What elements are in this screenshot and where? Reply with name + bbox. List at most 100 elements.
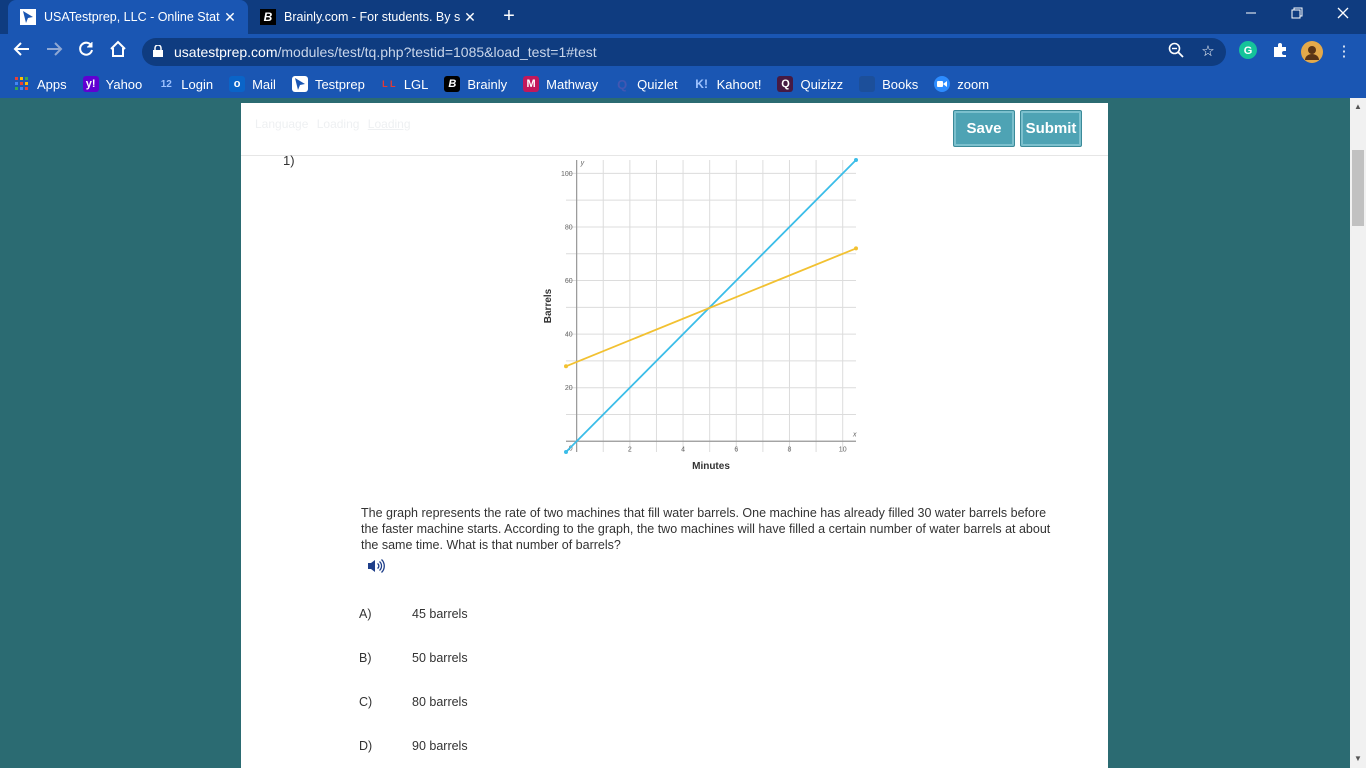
new-tab-button[interactable]: + [498, 5, 520, 27]
tab-brainly[interactable]: B Brainly.com - For students. By stu ✕ [248, 0, 488, 34]
bookmark-login[interactable]: 12 Login [158, 76, 213, 92]
grammarly-icon[interactable]: G [1237, 41, 1259, 63]
series-endpoint-1 [854, 158, 858, 162]
bookmark-lgl[interactable]: L L LGL [381, 76, 428, 92]
scroll-up-arrow-icon[interactable]: ▲ [1350, 100, 1366, 114]
calendar-12-icon: 12 [160, 78, 172, 90]
profile-avatar-icon[interactable] [1301, 41, 1323, 63]
tab-strip: USATestprep, LLC - Online State- ✕ B Bra… [0, 0, 1366, 34]
brainly-icon: B [444, 76, 461, 92]
browser-menu-icon[interactable]: ⋮ [1333, 41, 1355, 63]
quizlet-icon: Q [617, 76, 628, 92]
back-icon[interactable] [10, 40, 34, 64]
loading-text: Loading [316, 117, 360, 131]
tab-close-icon[interactable]: ✕ [220, 9, 240, 26]
choice-letter: D) [359, 739, 373, 753]
url-path: /modules/test/tq.php?testid=1085&load_te… [277, 44, 597, 60]
tab-title: USATestprep, LLC - Online State- [44, 10, 220, 24]
yahoo-icon: y! [82, 76, 99, 92]
x-axis-letter: x [852, 431, 857, 438]
lgl-icon: L L [382, 79, 396, 89]
y-axis-letter: y [580, 160, 585, 167]
tab-usatestprep[interactable]: USATestprep, LLC - Online State- ✕ [8, 0, 248, 34]
answer-choice-b[interactable]: B) 50 barrels [359, 651, 468, 665]
bookmark-label: Login [181, 76, 214, 92]
zoom-magnifier-icon[interactable] [1166, 42, 1186, 62]
x-tick-label: 8 [788, 446, 792, 453]
lock-icon [153, 45, 163, 57]
restore-icon[interactable] [1274, 0, 1320, 32]
forward-icon[interactable] [42, 40, 66, 64]
bookmark-mathway[interactable]: M Mathway [523, 76, 598, 92]
y-tick-label: 80 [565, 224, 573, 231]
page-scrollbar[interactable]: ▲ ▼ [1350, 98, 1366, 768]
submit-button[interactable]: Submit [1020, 110, 1082, 147]
bookmark-label: Testprep [314, 76, 365, 92]
bookmark-label: Quizlet [637, 76, 678, 92]
speaker-audio-icon[interactable] [367, 558, 385, 574]
bookmark-label: Apps [37, 76, 67, 92]
bookmark-quizizz[interactable]: Q Quizizz [777, 76, 843, 92]
header-faint-links: Language Loading Loading [255, 117, 416, 131]
choice-text: 80 barrels [412, 695, 468, 709]
series-line-1 [565, 159, 857, 453]
bookmark-testprep[interactable]: Testprep [291, 76, 365, 92]
scroll-down-arrow-icon[interactable]: ▼ [1350, 752, 1366, 766]
home-icon[interactable] [106, 40, 130, 64]
y-tick-label: 60 [565, 278, 573, 285]
choice-text: 45 barrels [412, 607, 468, 621]
zoom-icon [934, 76, 951, 92]
minimize-icon[interactable] [1228, 0, 1274, 32]
save-button[interactable]: Save [953, 110, 1015, 147]
bookmark-label: Yahoo [105, 76, 143, 92]
kahoot-icon: K! [695, 77, 708, 91]
bookmark-mail[interactable]: o Mail [229, 76, 276, 92]
language-link[interactable]: Language [255, 117, 308, 131]
tab-title: Brainly.com - For students. By stu [284, 10, 460, 24]
choice-letter: C) [359, 695, 373, 709]
question-number: 1) [283, 153, 295, 168]
bookmark-books[interactable]: Books [859, 76, 918, 92]
scrollbar-thumb[interactable] [1352, 150, 1364, 226]
bookmark-label: Mail [252, 76, 276, 92]
y-tick-label: 20 [565, 385, 573, 392]
svg-text:G: G [1244, 45, 1253, 57]
bookmark-apps[interactable]: Apps [14, 76, 67, 92]
bookmark-brainly[interactable]: B Brainly [444, 76, 507, 92]
url-host: usatestprep.com [174, 44, 278, 60]
reload-icon[interactable] [74, 40, 98, 64]
answer-choice-c[interactable]: C) 80 barrels [359, 695, 468, 709]
bookmark-kahoot[interactable]: K! Kahoot! [694, 76, 761, 92]
y-tick-label: 100 [561, 171, 573, 178]
answer-choice-d[interactable]: D) 90 barrels [359, 739, 468, 753]
bookmark-yahoo[interactable]: y! Yahoo [82, 76, 143, 92]
browser-toolbar: usatestprep.com/modules/test/tq.php?test… [0, 34, 1366, 70]
address-bar[interactable]: usatestprep.com/modules/test/tq.php?test… [142, 38, 1226, 66]
outlook-icon: o [229, 76, 246, 92]
apps-grid-icon [14, 76, 30, 92]
y-tick-label: 40 [565, 332, 573, 339]
extensions-puzzle-icon[interactable] [1269, 41, 1291, 63]
y-axis-title: Barrels [543, 288, 554, 323]
bookmark-zoom[interactable]: zoom [934, 76, 989, 92]
x-tick-label: 10 [839, 446, 847, 453]
choice-text: 50 barrels [412, 651, 468, 665]
quizizz-icon: Q [777, 76, 794, 92]
bookmark-star-icon[interactable]: ☆ [1198, 42, 1218, 62]
bookmark-label: Quizizz [800, 76, 844, 92]
testprep-favicon-icon [20, 9, 36, 25]
tab-close-icon[interactable]: ✕ [460, 9, 480, 26]
close-window-icon[interactable] [1320, 0, 1366, 32]
mathway-icon: M [523, 76, 540, 92]
bookmarks-bar: Apps y! Yahoo 12 Login o Mail Testprep L… [0, 70, 1366, 98]
books-icon [859, 76, 876, 92]
url-text: usatestprep.com/modules/test/tq.php?test… [174, 44, 597, 60]
series-endpoint-2 [564, 364, 568, 369]
bookmark-quizlet[interactable]: Q Quizlet [614, 76, 678, 92]
loading-link[interactable]: Loading [368, 117, 411, 131]
bookmark-label: zoom [957, 76, 990, 92]
testprep-icon [291, 76, 308, 92]
answer-choice-a[interactable]: A) 45 barrels [359, 607, 468, 621]
series-endpoint-2 [854, 246, 858, 251]
x-tick-label: 2 [628, 446, 632, 453]
